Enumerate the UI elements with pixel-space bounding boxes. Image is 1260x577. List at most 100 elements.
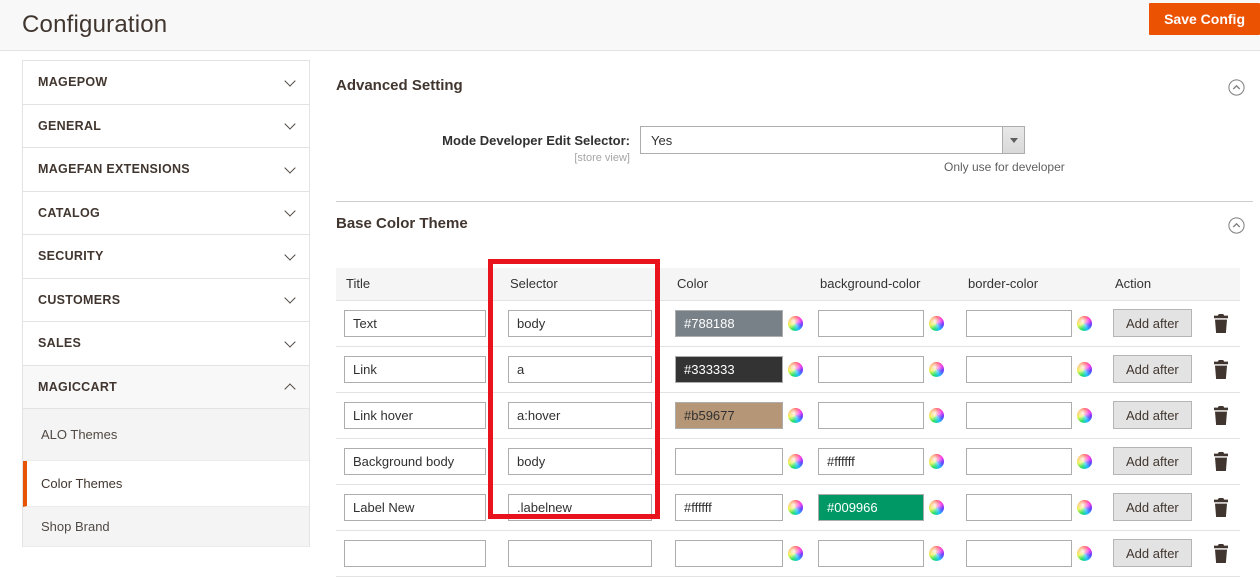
sidebar-section-label: MAGEPOW (38, 75, 107, 89)
sidebar-section-label: GENERAL (38, 119, 101, 133)
sidebar-section-label: MAGEFAN EXTENSIONS (38, 162, 190, 176)
trash-icon[interactable] (1213, 360, 1229, 379)
color-wheel-icon[interactable] (1077, 500, 1092, 515)
title-input[interactable] (344, 402, 486, 429)
background-color-input[interactable] (818, 402, 924, 429)
save-config-button[interactable]: Save Config (1149, 3, 1260, 35)
trash-icon[interactable] (1213, 406, 1229, 425)
sidebar-section-sales[interactable]: SALES (23, 322, 309, 366)
trash-icon[interactable] (1213, 452, 1229, 471)
color-input[interactable] (675, 448, 783, 475)
selector-input[interactable] (508, 540, 652, 567)
background-color-input[interactable] (818, 540, 924, 567)
title-input[interactable] (344, 448, 486, 475)
color-input[interactable] (675, 310, 783, 337)
mode-developer-select[interactable]: Yes (640, 126, 1025, 154)
add-after-button[interactable]: Add after (1113, 447, 1192, 475)
page-title: Configuration (22, 11, 167, 39)
background-color-input[interactable] (818, 494, 924, 521)
background-color-input[interactable] (818, 310, 924, 337)
color-wheel-icon[interactable] (929, 546, 944, 561)
selector-input[interactable] (508, 402, 652, 429)
trash-icon[interactable] (1213, 498, 1229, 517)
color-wheel-icon[interactable] (929, 408, 944, 423)
theme-table-row: Add after (336, 392, 1240, 438)
border-color-input[interactable] (966, 448, 1072, 475)
title-input[interactable] (344, 356, 486, 383)
base-color-theme-table: TitleSelectorColorbackground-colorborder… (336, 268, 1240, 577)
chevron-down-icon (284, 162, 295, 173)
selector-input[interactable] (508, 494, 652, 521)
color-wheel-icon[interactable] (1077, 316, 1092, 331)
config-sidebar: MAGEPOW GENERAL MAGEFAN EXTENSIONS CATALOG S… (22, 60, 310, 547)
sidebar-section-catalog[interactable]: CATALOG (23, 192, 309, 236)
section-divider (336, 201, 1253, 202)
advanced-setting-title: Advanced Setting (336, 77, 463, 94)
color-wheel-icon[interactable] (788, 408, 803, 423)
theme-table-row: Add after (336, 484, 1240, 530)
chevron-up-icon (284, 383, 295, 394)
sidebar-section-magefan-extensions[interactable]: MAGEFAN EXTENSIONS (23, 148, 309, 192)
sidebar-section-general[interactable]: GENERAL (23, 105, 309, 149)
color-wheel-icon[interactable] (788, 316, 803, 331)
add-after-button[interactable]: Add after (1113, 401, 1192, 429)
add-after-button[interactable]: Add after (1113, 493, 1192, 521)
sidebar-section-customers[interactable]: CUSTOMERS (23, 279, 309, 323)
color-wheel-icon[interactable] (929, 316, 944, 331)
base-color-theme-title: Base Color Theme (336, 215, 468, 232)
color-wheel-icon[interactable] (788, 546, 803, 561)
selector-input[interactable] (508, 448, 652, 475)
sidebar-section-security[interactable]: SECURITY (23, 235, 309, 279)
sidebar-section-magiccart[interactable]: MAGICCART (23, 366, 309, 410)
selector-input[interactable] (508, 310, 652, 337)
color-wheel-icon[interactable] (1077, 546, 1092, 561)
title-input[interactable] (344, 540, 486, 567)
title-input[interactable] (344, 494, 486, 521)
add-after-button[interactable]: Add after (1113, 309, 1192, 337)
mode-developer-select-value: Yes (651, 133, 672, 148)
color-input[interactable] (675, 540, 783, 567)
color-wheel-icon[interactable] (1077, 408, 1092, 423)
background-color-input[interactable] (818, 448, 924, 475)
color-wheel-icon[interactable] (788, 500, 803, 515)
chevron-up-circle-icon[interactable] (1228, 79, 1245, 96)
color-wheel-icon[interactable] (1077, 454, 1092, 469)
field-helper-text: Only use for developer (944, 160, 1065, 174)
border-color-input[interactable] (966, 494, 1072, 521)
select-arrow-box[interactable] (1002, 127, 1024, 153)
column-header-title: Title (336, 268, 500, 300)
add-after-button[interactable]: Add after (1113, 355, 1192, 383)
sidebar-section-magepow[interactable]: MAGEPOW (23, 61, 309, 105)
table-header-row: TitleSelectorColorbackground-colorborder… (336, 268, 1240, 300)
color-wheel-icon[interactable] (929, 500, 944, 515)
color-wheel-icon[interactable] (929, 362, 944, 377)
theme-table-row: Add after (336, 530, 1240, 576)
trash-icon[interactable] (1213, 544, 1229, 563)
chevron-down-icon (284, 119, 295, 130)
color-wheel-icon[interactable] (1077, 362, 1092, 377)
color-wheel-icon[interactable] (788, 454, 803, 469)
add-after-button[interactable]: Add after (1113, 539, 1192, 567)
sidebar-item-alo-themes[interactable]: ALO Themes (23, 409, 309, 461)
trash-icon[interactable] (1213, 314, 1229, 333)
chevron-down-icon (284, 336, 295, 347)
color-input[interactable] (675, 402, 783, 429)
color-wheel-icon[interactable] (929, 454, 944, 469)
border-color-input[interactable] (966, 310, 1072, 337)
color-wheel-icon[interactable] (788, 362, 803, 377)
sidebar-section-label: SECURITY (38, 249, 104, 263)
border-color-input[interactable] (966, 540, 1072, 567)
caret-down-icon (1010, 138, 1018, 143)
sidebar-item-shop-brand[interactable]: Shop Brand (23, 507, 309, 547)
color-input[interactable] (675, 494, 783, 521)
border-color-input[interactable] (966, 356, 1072, 383)
background-color-input[interactable] (818, 356, 924, 383)
border-color-input[interactable] (966, 402, 1072, 429)
color-input[interactable] (675, 356, 783, 383)
column-header-border-color: border-color (958, 268, 1105, 300)
title-input[interactable] (344, 310, 486, 337)
chevron-up-circle-icon[interactable] (1228, 217, 1245, 234)
sidebar-section-label: CATALOG (38, 206, 100, 220)
sidebar-item-color-themes[interactable]: Color Themes (23, 461, 309, 507)
selector-input[interactable] (508, 356, 652, 383)
